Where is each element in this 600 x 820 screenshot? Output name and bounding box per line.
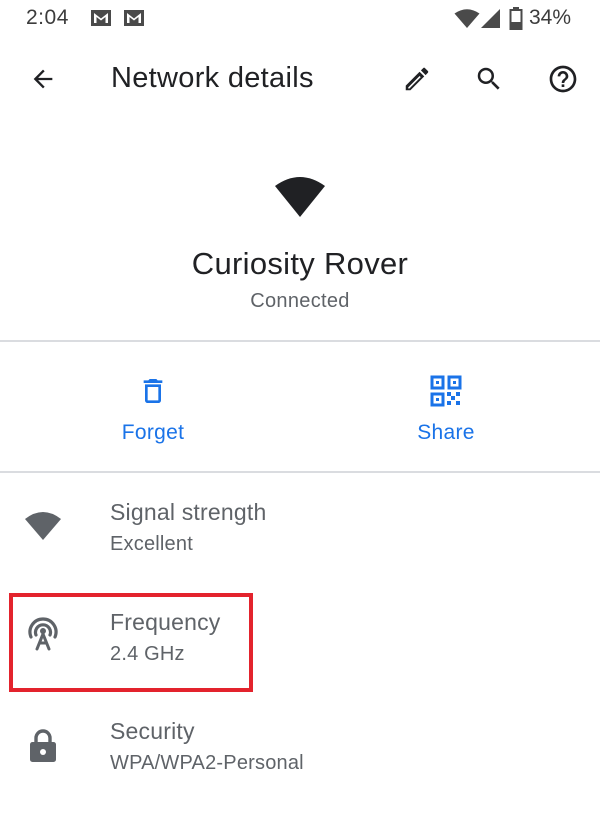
edit-icon xyxy=(402,64,432,99)
status-time: 2:04 xyxy=(26,6,69,29)
detail-value: WPA/WPA2-Personal xyxy=(110,752,304,774)
wifi-icon xyxy=(274,176,326,223)
connection-status: Connected xyxy=(250,290,350,312)
network-name: Curiosity Rover xyxy=(191,246,409,281)
forget-label: Forget xyxy=(121,421,185,444)
detail-value: Excellent xyxy=(110,533,193,555)
gmail-icon xyxy=(90,8,112,33)
arrow-back-icon xyxy=(29,65,57,98)
detail-row-security[interactable]: Security WPA/WPA2-Personal xyxy=(0,714,600,804)
gmail-icon xyxy=(123,8,145,33)
battery-icon xyxy=(509,7,523,36)
detail-row-signal-strength[interactable]: Signal strength Excellent xyxy=(0,495,600,585)
share-label: Share xyxy=(417,421,475,444)
detail-title: Signal strength xyxy=(110,499,267,525)
detail-title: Security xyxy=(110,718,195,744)
search-button[interactable] xyxy=(465,57,513,105)
share-button[interactable]: Share xyxy=(366,370,526,450)
wifi-signal-icon xyxy=(24,511,62,546)
trash-icon xyxy=(137,375,169,412)
battery-percentage: 34% xyxy=(529,6,572,29)
lock-icon xyxy=(28,728,58,769)
wifi-status-icon xyxy=(454,9,480,34)
divider xyxy=(0,340,600,342)
app-bar: Network details xyxy=(0,45,600,117)
help-button[interactable] xyxy=(539,57,587,105)
qr-code-icon xyxy=(430,375,462,412)
search-icon xyxy=(474,64,504,99)
back-button[interactable] xyxy=(19,57,67,105)
edit-button[interactable] xyxy=(393,57,441,105)
divider xyxy=(0,471,600,473)
page-title: Network details xyxy=(111,62,314,94)
highlight-box xyxy=(9,593,253,692)
forget-button[interactable]: Forget xyxy=(73,370,233,450)
cell-signal-icon xyxy=(481,8,501,35)
help-icon xyxy=(547,63,579,100)
status-bar: 2:04 34% xyxy=(0,0,600,40)
